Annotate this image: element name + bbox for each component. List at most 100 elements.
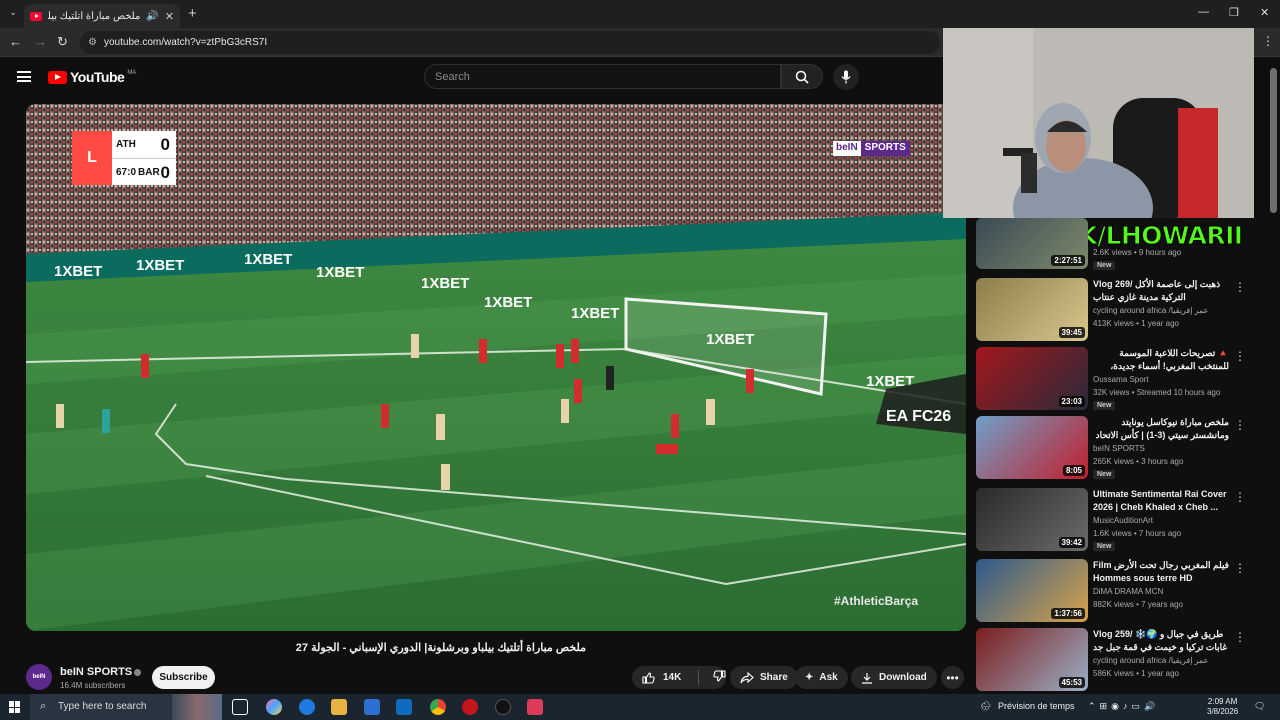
- recommendation-channel[interactable]: DiMA DRAMA MCN: [1093, 587, 1163, 596]
- recommendation-title[interactable]: Ultimate Sentimental Rai Cover 2026 | Ch…: [1093, 488, 1229, 513]
- recommendation-channel[interactable]: cycling around africa /عمر إفريقيا: [1093, 306, 1208, 315]
- new-badge: New: [1093, 401, 1116, 410]
- chrome-icon[interactable]: [430, 699, 446, 715]
- download-button[interactable]: Download: [851, 666, 937, 689]
- outlook-icon[interactable]: [396, 699, 412, 715]
- browser-tab-youtube[interactable]: ملخص مباراة أتلتيك بيلباو وبرشلونة 🔊 ✕: [24, 4, 180, 28]
- channel-avatar[interactable]: beIN: [26, 664, 52, 690]
- video-title: ملخص مباراة أتلتيك بيلباو وبرشلونة| الدو…: [295, 642, 586, 654]
- weather-text[interactable]: Prévision de temps: [998, 701, 1075, 711]
- voice-search-button[interactable]: [833, 64, 859, 90]
- recommendation-title[interactable]: Vlog 269/ ذهبت إلى عاصمة الأكل التركية م…: [1093, 278, 1229, 303]
- recommendation-card[interactable]: 8:05 ملخص مباراة نيوكاسل يونايتد ومانشستر…: [976, 416, 1266, 482]
- page-scrollbar[interactable]: [1270, 68, 1277, 213]
- kebab-menu-icon[interactable]: ⋮: [1234, 349, 1246, 363]
- sparkle-icon: ✦: [805, 672, 814, 683]
- youtube-favicon-icon: [30, 11, 42, 21]
- obs-icon[interactable]: [495, 699, 511, 715]
- windows-start-icon[interactable]: [9, 701, 21, 713]
- recommendation-views: 586K views • 1 year ago: [1093, 669, 1179, 678]
- video-thumbnail[interactable]: 2:27:51: [976, 218, 1088, 269]
- recommendation-card[interactable]: 23:03 🔺 تصريحات اللاعبة الموسمة للمنتخب ا…: [976, 347, 1266, 413]
- kebab-menu-icon[interactable]: ⋮: [1234, 561, 1246, 575]
- recommendation-card[interactable]: 39:45 Vlog 269/ ذهبت إلى عاصمة الأكل التر…: [976, 278, 1266, 344]
- share-label: Share: [760, 672, 788, 683]
- recommendation-card[interactable]: 2:27:512.6K views • 9 hours agoNew⋮: [976, 218, 1266, 284]
- tab-search-dropdown-icon[interactable]: ⌄: [6, 7, 20, 21]
- edge-icon[interactable]: [299, 699, 315, 715]
- like-dislike-group: 14K: [632, 666, 726, 689]
- video-player[interactable]: 1XBET 1XBET 1XBET 1XBET 1XBET 1XBET 1XBET 1XBET…: [26, 104, 966, 631]
- recommendation-channel[interactable]: beIN SPORTS: [1093, 444, 1145, 453]
- ea-fc-logo: EA FC26: [886, 408, 951, 425]
- clock-time: 2:09 AM: [1207, 697, 1238, 706]
- system-clock[interactable]: 2:09 AM 3/8/2026: [1207, 697, 1238, 717]
- video-thumbnail[interactable]: 8:05: [976, 416, 1088, 479]
- app-pink-icon[interactable]: [527, 699, 543, 715]
- task-view-icon[interactable]: [232, 699, 248, 715]
- store-icon[interactable]: [364, 699, 380, 715]
- recommendation-title[interactable]: 🔺 تصريحات اللاعبة الموسمة للمنتخب المغرب…: [1093, 347, 1229, 372]
- kebab-menu-icon[interactable]: ⋮: [1234, 418, 1246, 432]
- bein-logo-left: beIN: [833, 141, 861, 156]
- forward-arrow-icon[interactable]: →: [34, 34, 47, 49]
- video-thumbnail[interactable]: 23:03: [976, 347, 1088, 410]
- subscribe-button[interactable]: Subscribe: [152, 666, 215, 689]
- video-duration: 2:27:51: [1051, 255, 1085, 266]
- address-bar[interactable]: ⚙ youtube.com/watch?v=ztPbG3cRS7I: [80, 31, 940, 54]
- dislike-button[interactable]: [705, 669, 726, 686]
- youtube-logo[interactable]: YouTube MA: [48, 69, 136, 85]
- audio-playing-icon[interactable]: 🔊: [146, 11, 158, 22]
- channel-name[interactable]: beIN SPORTS: [60, 666, 142, 678]
- window-close-button[interactable]: ✕: [1260, 6, 1269, 19]
- site-info-icon[interactable]: ⚙: [88, 37, 97, 48]
- kebab-menu-icon[interactable]: ⋮: [1234, 490, 1246, 504]
- weather-icon[interactable]: 🌧: [980, 701, 991, 712]
- svg-text:1XBET: 1XBET: [484, 294, 532, 311]
- video-thumbnail[interactable]: 39:45: [976, 278, 1088, 341]
- video-thumbnail[interactable]: 1:37:56: [976, 559, 1088, 622]
- recommendation-channel[interactable]: Oussama Sport: [1093, 375, 1149, 384]
- ask-button[interactable]: ✦ Ask: [795, 666, 848, 689]
- thumbs-down-icon: [713, 669, 726, 682]
- recommendation-channel[interactable]: cycling around africa /عمر إفريقيا: [1093, 656, 1208, 665]
- browser-menu-icon[interactable]: ⋮: [1262, 34, 1274, 48]
- tab-close-icon[interactable]: ✕: [165, 10, 174, 23]
- hamburger-menu-icon[interactable]: [17, 71, 31, 82]
- kebab-menu-icon[interactable]: ⋮: [1234, 280, 1246, 294]
- webcam-feed: [943, 28, 1254, 218]
- recommendation-title[interactable]: Vlog 259/ ❄️🌍 طريق في جبال و غابات تركيا…: [1093, 628, 1229, 653]
- svg-text:1XBET: 1XBET: [316, 264, 364, 281]
- reload-icon[interactable]: ↻: [57, 34, 68, 50]
- bein-logo-right: SPORTS: [860, 141, 910, 156]
- search-input[interactable]: Search: [424, 64, 781, 89]
- new-tab-button[interactable]: +: [188, 5, 197, 22]
- notifications-icon[interactable]: 🗨: [1254, 701, 1265, 712]
- recommendation-card[interactable]: 1:37:56 Film فيلم المغربي رجال تحت الأرض …: [976, 559, 1266, 625]
- kebab-menu-icon[interactable]: ⋮: [1234, 630, 1246, 644]
- verified-icon: [134, 668, 142, 676]
- file-explorer-icon[interactable]: [331, 699, 347, 715]
- recommendation-views: 1.6K views • 7 hours ago: [1093, 529, 1182, 538]
- recommendation-views: 32K views • Streamed 10 hours ago: [1093, 388, 1221, 397]
- new-badge: New: [1093, 261, 1116, 270]
- minimize-button[interactable]: —: [1198, 6, 1209, 18]
- maximize-button[interactable]: ❐: [1229, 6, 1239, 19]
- like-button[interactable]: 14K: [632, 671, 692, 684]
- system-tray-icons[interactable]: ⌃⊞◉♪▭🔊: [1088, 701, 1159, 712]
- video-thumbnail[interactable]: 39:42: [976, 488, 1088, 551]
- search-button[interactable]: [781, 64, 823, 89]
- taskbar-search-icon: ⌕: [40, 700, 47, 712]
- more-actions-button[interactable]: •••: [941, 666, 964, 689]
- recommendation-channel[interactable]: MusicAuditionArt: [1093, 516, 1153, 525]
- back-arrow-icon[interactable]: ←: [9, 34, 22, 49]
- bein-sports-watermark: beIN SPORTS: [833, 141, 910, 156]
- app-red-icon[interactable]: [462, 699, 478, 715]
- recommendation-title[interactable]: Film فيلم المغربي رجال تحت الأرض Hommes …: [1093, 559, 1229, 584]
- copilot-icon[interactable]: [266, 699, 282, 715]
- recommendation-card[interactable]: 45:53 Vlog 259/ ❄️🌍 طريق في جبال و غابات …: [976, 628, 1266, 694]
- video-thumbnail[interactable]: 45:53: [976, 628, 1088, 691]
- share-button[interactable]: Share: [730, 666, 798, 689]
- recommendation-card[interactable]: 39:42 Ultimate Sentimental Rai Cover 2026…: [976, 488, 1266, 554]
- recommendation-title[interactable]: ملخص مباراة نيوكاسل يونايتد ومانشستر سيت…: [1093, 416, 1229, 441]
